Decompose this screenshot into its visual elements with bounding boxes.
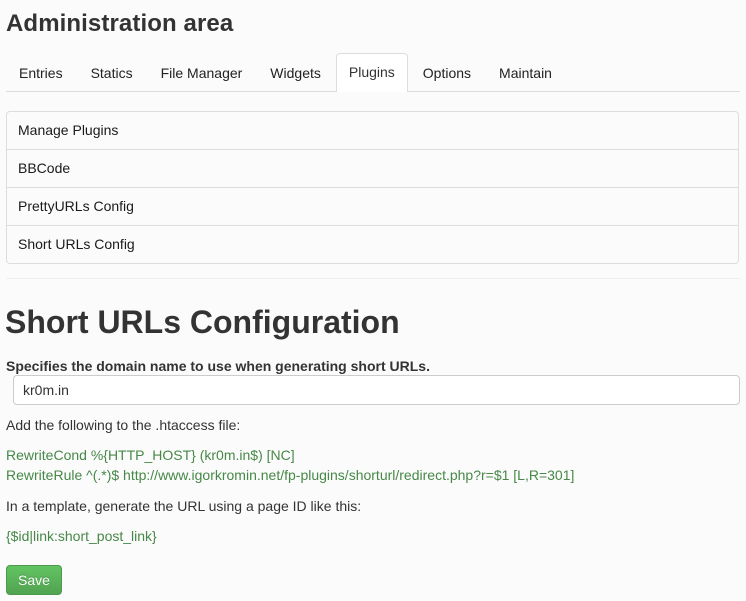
rewrite-rule-code: RewriteRule ^(.*)$ http://www.igorkromin… [6,467,575,483]
rewrite-cond-code: RewriteCond %{HTTP_HOST} (kr0m.in$) [NC] [6,447,295,463]
tab-file-manager[interactable]: File Manager [148,54,256,91]
submenu-item-manage-plugins[interactable]: Manage Plugins [7,112,738,149]
tab-options[interactable]: Options [410,54,484,91]
tab-statics[interactable]: Statics [78,54,146,91]
tab-entries[interactable]: Entries [6,54,76,91]
submenu-item-short-urls-config[interactable]: Short URLs Config [7,225,738,263]
plugins-submenu: Manage Plugins BBCode PrettyURLs Config … [6,111,739,264]
template-code: {$id|link:short_post_link} [6,528,157,544]
save-button[interactable]: Save [6,565,62,595]
domain-input[interactable] [13,375,740,405]
template-intro-text: In a template, generate the URL using a … [6,498,362,514]
admin-page: Administration area Entries Statics File… [0,0,746,601]
section-title: Short URLs Configuration [5,304,400,340]
htaccess-intro-text: Add the following to the .htaccess file: [6,417,241,433]
admin-tabs: Entries Statics File Manager Widgets Plu… [6,53,740,92]
tab-plugins[interactable]: Plugins [335,53,408,92]
submenu-item-bbcode[interactable]: BBCode [7,149,738,187]
submenu-item-prettyurls-config[interactable]: PrettyURLs Config [7,187,738,225]
tab-maintain[interactable]: Maintain [486,54,565,91]
domain-field-label: Specifies the domain name to use when ge… [6,358,430,374]
tab-widgets[interactable]: Widgets [257,54,334,91]
section-divider [6,278,740,279]
page-title: Administration area [6,10,234,37]
